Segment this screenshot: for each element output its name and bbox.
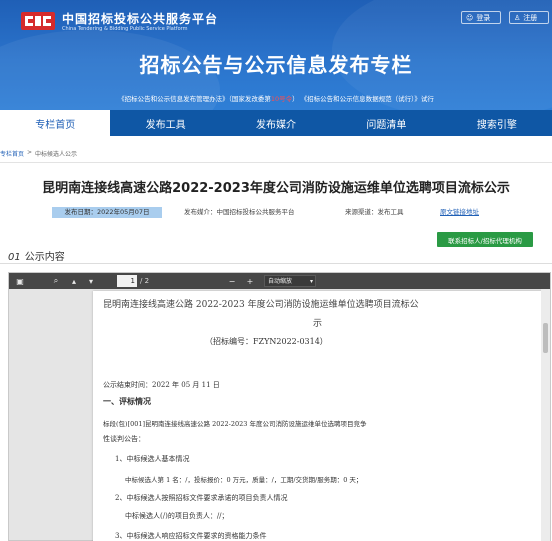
pdf-paragraph: 标段(包)[001]昆明南连接线高速公路 2022-2023 年度公司消防设施运… [103, 420, 367, 428]
pdf-scrollbar[interactable] [541, 289, 550, 541]
pdf-list-item: 3、中标候选人响应招标文件要求的资格能力条件 [115, 532, 267, 540]
pdf-list-item: 2、中标候选人按照招标文件要求承诺的项目负责人情况 [115, 494, 288, 502]
main-nav: 专栏首页 发布工具 发布媒介 问题清单 搜索引擎 [0, 110, 552, 136]
login-button[interactable]: ☺ 登录 [461, 11, 501, 24]
nav-item-search-engine[interactable]: 搜索引擎 [442, 110, 552, 136]
chevron-down-icon: ▾ [309, 278, 313, 285]
register-button[interactable]: ♙ 注册 [509, 11, 549, 24]
publish-date: 发布日期：2022年05月07日 [52, 207, 162, 218]
pdf-bid-number: （招标编号：FZYN2022-0314） [205, 337, 328, 346]
platform-title[interactable]: 中国招标投标公共服务平台 [62, 10, 218, 27]
divider [0, 263, 552, 264]
sidebar-toggle-icon[interactable]: ▣ [15, 275, 25, 287]
pdf-end-time: 公示结束时间：2022 年 05 月 11 日 [103, 381, 220, 389]
chevron-down-icon[interactable]: ▾ [86, 275, 96, 287]
publish-media: 发布媒介：中国招标投标公共服务平台 [184, 208, 295, 216]
original-link[interactable]: 原文链接地址 [440, 207, 479, 218]
register-label: 注册 [523, 13, 538, 22]
notice-highlight: 10号令 [270, 95, 293, 103]
pdf-list-item: 中标候选人第 1 名：/，投标报价：0 万元，质量：/，工期/交货期/服务期：0… [125, 476, 363, 484]
breadcrumb: 专栏首页 > 中标候选人公示 [0, 149, 77, 158]
notice-text: 《招标公告和公示信息发布管理办法》（国家发改委第 [118, 95, 271, 103]
zoom-out-button[interactable]: − [227, 275, 237, 287]
person-icon: ♙ [514, 13, 521, 22]
header-banner: 中国招标投标公共服务平台 China Tendering & Bidding P… [0, 0, 552, 110]
pdf-section-heading: 一、评标情况 [103, 396, 151, 406]
platform-subtitle: China Tendering & Bidding Public Service… [62, 26, 188, 32]
pdf-list-item: 1、中标候选人基本情况 [115, 455, 190, 463]
page-number-input[interactable]: 1 [117, 275, 137, 287]
zoom-select[interactable]: 自动缩放 ▾ [264, 275, 316, 287]
scrollbar-thumb[interactable] [543, 323, 548, 353]
nav-item-publish-tools[interactable]: 发布工具 [110, 110, 220, 136]
breadcrumb-current: 中标候选人公示 [35, 151, 78, 158]
login-label: 登录 [476, 13, 491, 22]
breadcrumb-separator: > [27, 149, 33, 156]
pdf-paragraph: 性谈判公告： [103, 435, 145, 443]
pdf-toolbar: ▣ ⌕ ▴ ▾ 1 / 2 − + 自动缩放 ▾ [9, 273, 550, 289]
pdf-title-line: 昆明南连接线高速公路 2022-2023 年度公司消防设施运维单位选聘项目流标公 [103, 300, 419, 310]
section-number: 01 [8, 252, 21, 263]
regulation-notice[interactable]: 《招标公告和公示信息发布管理办法》（国家发改委第10号令） 《招标公告和公示信息… [0, 93, 552, 103]
page-total: / 2 [140, 277, 150, 285]
source-channel: 来源渠道：发布工具 [345, 208, 404, 216]
contact-tenderer-button[interactable]: 联系招标人/招标代理机构 [437, 232, 533, 247]
zoom-in-button[interactable]: + [245, 275, 255, 287]
search-icon[interactable]: ⌕ [51, 275, 61, 287]
pdf-page: 昆明南连接线高速公路 2022-2023 年度公司消防设施运维单位选聘项目流标公… [93, 291, 543, 541]
column-title: 招标公告与公示信息发布专栏 [139, 53, 413, 77]
chevron-up-icon[interactable]: ▴ [69, 275, 79, 287]
nav-item-publish-media[interactable]: 发布媒介 [221, 110, 331, 136]
section-heading: 01 公示内容 [8, 248, 65, 263]
user-icon: ☺ [466, 13, 474, 22]
section-label: 公示内容 [24, 252, 65, 263]
pdf-title-line: 示 [313, 319, 323, 329]
zoom-value: 自动缩放 [268, 278, 293, 285]
breadcrumb-home[interactable]: 专栏首页 [0, 149, 24, 158]
divider [0, 162, 552, 163]
nav-item-home[interactable]: 专栏首页 [0, 110, 111, 136]
pdf-list-item: 中标候选人(/)的项目负责人：//； [125, 512, 229, 520]
notice-text-2: ） 《招标公告和公示信息数据规范（试行）》试行 [292, 95, 434, 103]
article-title: 昆明南连接线高速公路2022-2023年度公司消防设施运维单位选聘项目流标公示 [42, 181, 510, 196]
pdf-viewer[interactable]: ▣ ⌕ ▴ ▾ 1 / 2 − + 自动缩放 ▾ 昆明南连接线高速公路 2022… [8, 272, 551, 541]
platform-logo-icon[interactable] [20, 10, 56, 32]
nav-item-faq[interactable]: 问题清单 [331, 110, 441, 136]
